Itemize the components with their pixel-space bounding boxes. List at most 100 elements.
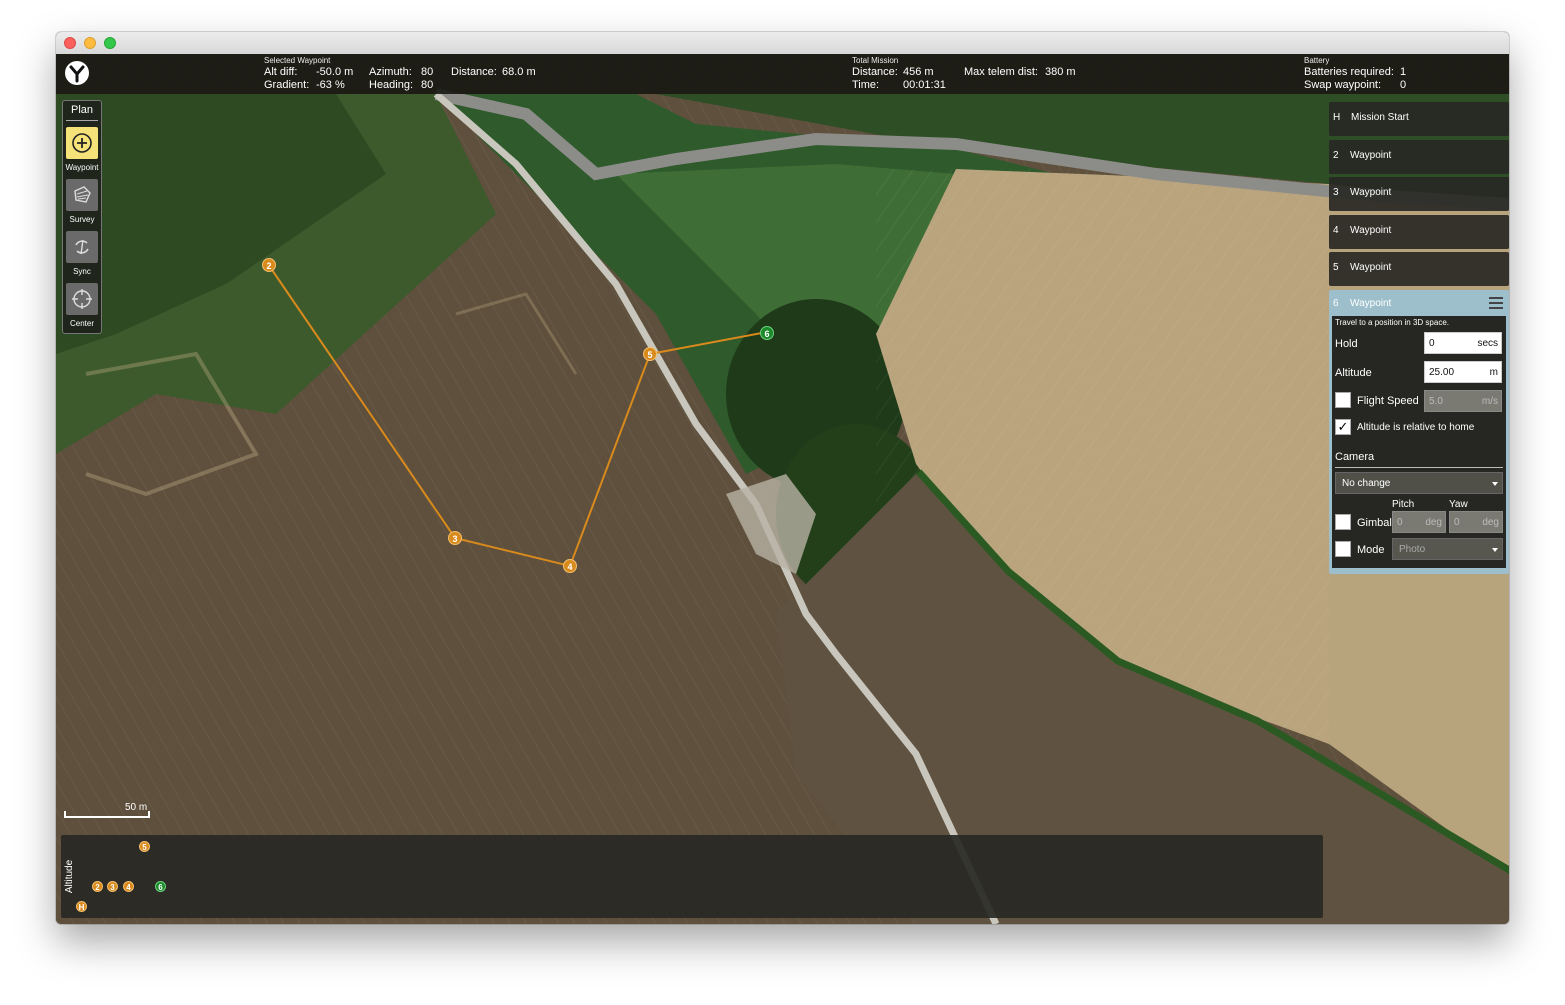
- minimize-button[interactable]: [84, 37, 96, 49]
- title-bar: [56, 32, 1509, 55]
- camera-divider: [1335, 467, 1503, 468]
- close-button[interactable]: [64, 37, 76, 49]
- map-view[interactable]: [56, 54, 1509, 924]
- toolbox-title: Plan: [66, 101, 98, 121]
- flight-speed-checkbox[interactable]: [1335, 392, 1351, 408]
- battery-heading: Battery: [1304, 56, 1330, 65]
- mission-item-name: Waypoint: [1350, 187, 1392, 198]
- pitch-input[interactable]: 0 deg: [1392, 511, 1446, 533]
- mission-item-5[interactable]: 5 Waypoint: [1329, 252, 1509, 286]
- gimbal-checkbox[interactable]: [1335, 514, 1351, 530]
- map-scale: 50 m: [64, 802, 150, 824]
- yaw-input[interactable]: 0 deg: [1449, 511, 1503, 533]
- swap-waypoint-value: 0: [1400, 79, 1407, 91]
- waypoint-tool-button[interactable]: [66, 127, 98, 159]
- pitch-value: 0: [1397, 517, 1403, 528]
- yaw-label: Yaw: [1449, 499, 1468, 510]
- survey-tool-label: Survey: [69, 215, 95, 224]
- max-telem-value: 380 m: [1045, 66, 1076, 78]
- waypoint-editor: Travel to a position in 3D space. Hold 0…: [1332, 316, 1506, 568]
- sync-icon: [75, 239, 89, 255]
- mission-item-6-editor[interactable]: 6 Waypoint Travel to a position in 3D sp…: [1329, 290, 1509, 574]
- total-distance-label: Distance:: [852, 66, 898, 78]
- mission-item-name: Mission Start: [1351, 112, 1409, 123]
- distance-value: 68.0 m: [502, 66, 536, 78]
- hold-value: 0: [1429, 338, 1435, 349]
- altitude-value: 25.00: [1429, 367, 1455, 378]
- mission-item-number: H: [1333, 112, 1341, 123]
- altitude-marker-current[interactable]: 6: [155, 881, 166, 892]
- selected-waypoint-heading: Selected Waypoint: [264, 56, 331, 65]
- chevron-down-icon: [1492, 482, 1498, 486]
- total-distance-value: 456 m: [903, 66, 934, 78]
- waypoint-tool-label: Waypoint: [65, 163, 99, 172]
- sync-tool-label: Sync: [73, 267, 91, 276]
- mission-item-name: Waypoint: [1350, 298, 1392, 309]
- altitude-marker[interactable]: 4: [123, 881, 134, 892]
- flight-speed-unit: m/s: [1481, 396, 1498, 407]
- max-telem-label: Max telem dist:: [964, 66, 1038, 78]
- relative-altitude-label: Altitude is relative to home: [1357, 422, 1475, 433]
- azimuth-label: Azimuth:: [369, 66, 412, 78]
- battery-stats: Battery Batteries required: 1 Swap waypo…: [1304, 56, 1420, 92]
- waypoint-marker[interactable]: 2: [262, 258, 276, 272]
- sync-tool-button[interactable]: [66, 231, 98, 263]
- mission-item-home[interactable]: H Mission Start: [1329, 102, 1509, 136]
- swap-waypoint-label: Swap waypoint:: [1304, 79, 1382, 91]
- mission-item-4[interactable]: 4 Waypoint: [1329, 215, 1509, 249]
- mission-item-3[interactable]: 3 Waypoint: [1329, 177, 1509, 211]
- altitude-unit: m: [1489, 367, 1498, 378]
- mode-checkbox[interactable]: [1335, 541, 1351, 557]
- mode-value: Photo: [1399, 544, 1426, 555]
- hold-unit: secs: [1477, 338, 1498, 349]
- waypoint-marker-current[interactable]: 6: [760, 326, 774, 340]
- flight-speed-input[interactable]: 5.0 m/s: [1424, 390, 1502, 412]
- center-tool-button[interactable]: [66, 283, 98, 315]
- selected-waypoint-stats: Selected Waypoint Alt diff: -50.0 m Azim…: [264, 56, 562, 92]
- app-logo-icon[interactable]: [64, 60, 90, 86]
- center-tool-label: Center: [69, 319, 94, 328]
- mode-dropdown[interactable]: Photo: [1392, 538, 1503, 560]
- gimbal-label: Gimbal: [1357, 517, 1392, 529]
- pitch-unit: deg: [1425, 517, 1442, 528]
- total-mission-stats: Total Mission Distance: 456 m Max telem …: [852, 56, 1105, 92]
- mission-item-number: 6: [1333, 298, 1339, 309]
- camera-dropdown[interactable]: No change: [1335, 472, 1503, 494]
- mission-item-name: Waypoint: [1350, 150, 1392, 161]
- waypoint-marker[interactable]: 3: [448, 531, 462, 545]
- altitude-marker[interactable]: 2: [92, 881, 103, 892]
- app-window: 2 3 4 5 6 Selected Waypoint Alt diff: -5…: [56, 32, 1509, 924]
- mission-item-number: 4: [1333, 225, 1339, 236]
- altitude-marker[interactable]: H: [76, 901, 87, 912]
- scale-bar: [64, 816, 150, 818]
- total-mission-heading: Total Mission: [852, 56, 899, 65]
- camera-value: No change: [1342, 478, 1391, 489]
- azimuth-value: 80: [421, 66, 434, 78]
- zoom-button[interactable]: [104, 37, 116, 49]
- altitude-marker[interactable]: 3: [107, 881, 118, 892]
- altitude-marker[interactable]: 5: [139, 841, 150, 852]
- mission-item-2[interactable]: 2 Waypoint: [1329, 140, 1509, 174]
- menu-icon[interactable]: [1489, 297, 1503, 309]
- flight-speed-label: Flight Speed: [1357, 395, 1419, 407]
- relative-altitude-checkbox[interactable]: ✓: [1335, 419, 1351, 435]
- plan-toolbox: Plan Waypoint Survey Sync Center: [62, 100, 102, 334]
- plus-circle-icon: [72, 133, 92, 153]
- batteries-required-label: Batteries required:: [1304, 66, 1394, 78]
- pitch-label: Pitch: [1392, 499, 1415, 510]
- waypoint-marker[interactable]: 4: [563, 559, 577, 573]
- mission-item-number: 2: [1333, 150, 1339, 161]
- hold-input[interactable]: 0 secs: [1424, 332, 1502, 354]
- time-value: 00:01:31: [903, 79, 946, 91]
- alt-diff-label: Alt diff:: [264, 66, 298, 78]
- altitude-input[interactable]: 25.00 m: [1424, 361, 1502, 383]
- altitude-label: Altitude: [1335, 367, 1372, 379]
- survey-tool-button[interactable]: [66, 179, 98, 211]
- mission-item-name: Waypoint: [1350, 225, 1392, 236]
- yaw-value: 0: [1454, 517, 1460, 528]
- heading-label: Heading:: [369, 79, 414, 91]
- waypoint-marker[interactable]: 5: [643, 347, 657, 361]
- flight-speed-value: 5.0: [1429, 396, 1443, 407]
- mission-item-name: Waypoint: [1350, 262, 1392, 273]
- batteries-required-value: 1: [1400, 66, 1407, 78]
